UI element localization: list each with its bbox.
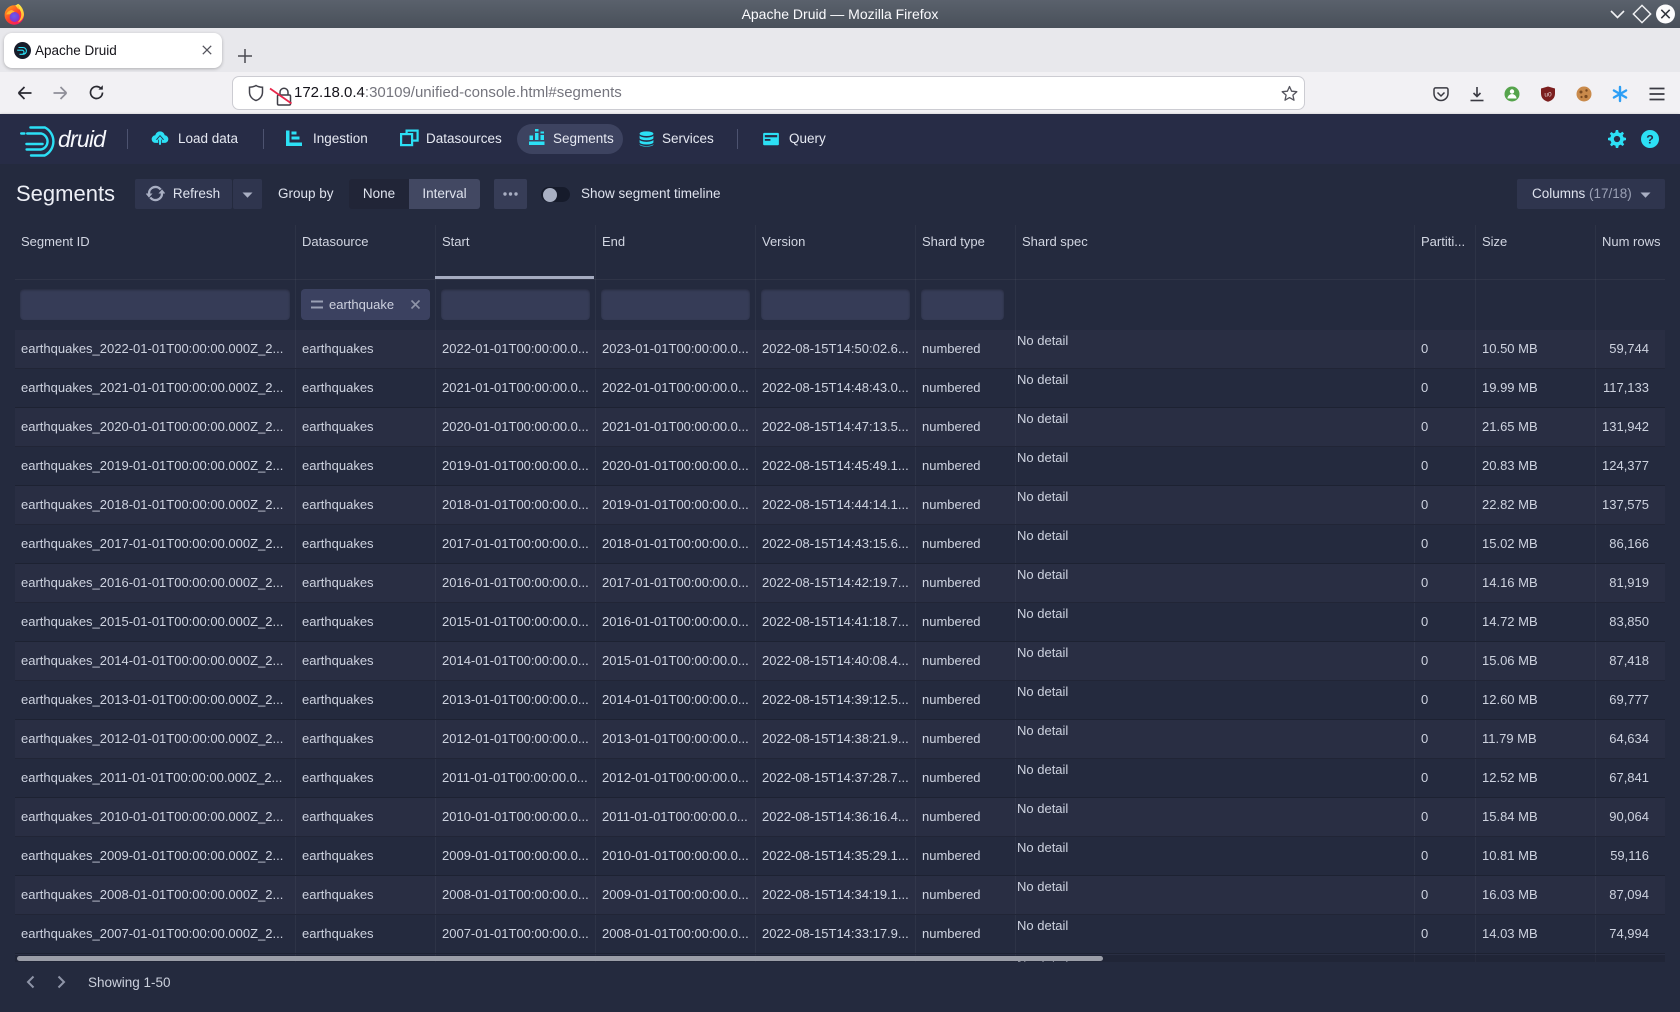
svg-text:?: ? (1646, 133, 1654, 147)
svg-text:u0: u0 (1544, 92, 1552, 99)
